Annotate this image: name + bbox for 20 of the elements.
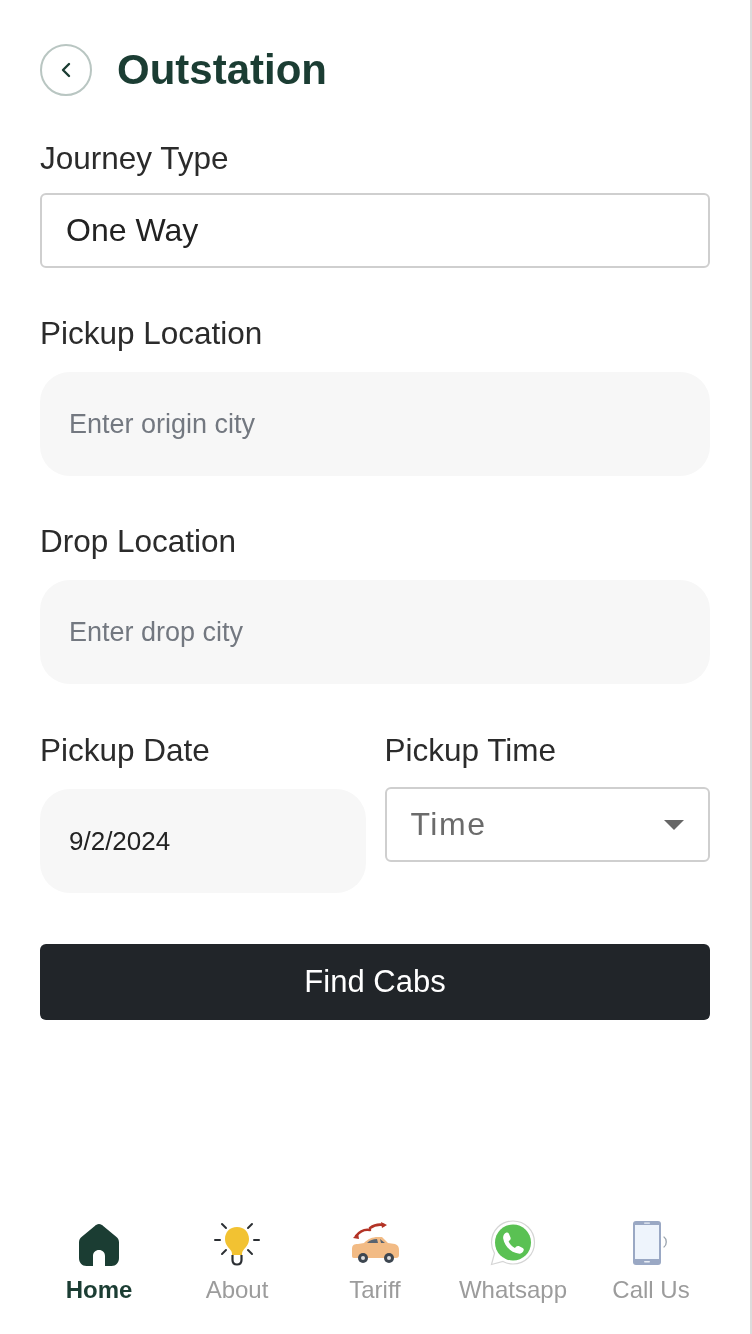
nav-tab[interactable]: Home [30, 1220, 168, 1304]
page-title: Outstation [117, 45, 327, 95]
home-icon [79, 1224, 119, 1266]
back-button[interactable] [40, 44, 92, 96]
field-label: Journey Type [40, 140, 230, 177]
location-input[interactable]: Enter origin city [40, 372, 710, 476]
find-cabs-button[interactable]: Find Cabs [40, 944, 710, 1020]
chat-phone-icon [490, 1220, 536, 1266]
light-bulb-icon [214, 1222, 260, 1266]
chevron-left-icon [60, 62, 72, 78]
field-label: Drop Location [40, 523, 238, 560]
car-icon [350, 1222, 400, 1266]
date-input[interactable]: 9/2/2024 [40, 789, 366, 893]
time-select[interactable]: Time [384, 787, 710, 862]
field-label: Pickup Date [40, 732, 211, 769]
field-label: Pickup Time [384, 732, 558, 769]
location-input[interactable]: Enter drop city [40, 580, 710, 684]
field-label: Pickup Location [40, 315, 264, 352]
journey-type-select[interactable]: One Way [40, 193, 710, 268]
caret-down-icon [664, 820, 684, 830]
